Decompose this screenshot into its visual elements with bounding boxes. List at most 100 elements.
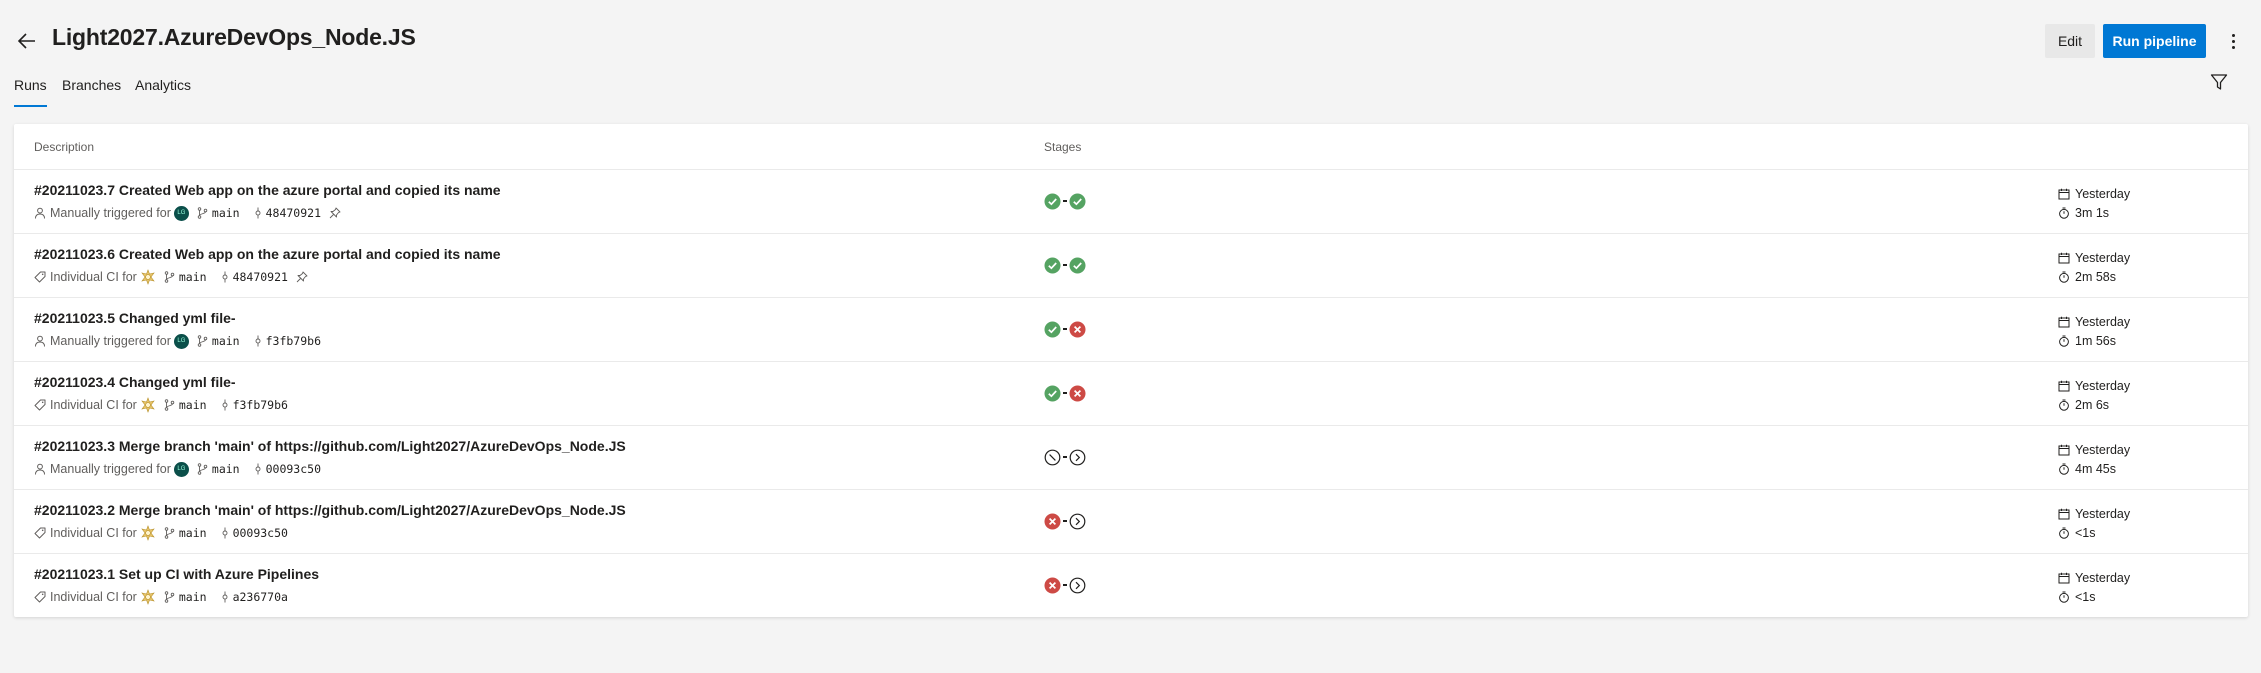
tag-icon — [34, 527, 46, 539]
calendar-icon — [2058, 508, 2075, 520]
stages-indicator — [1044, 448, 1086, 466]
trigger-label: Manually triggered for — [50, 334, 171, 348]
run-row[interactable]: #20211023.5 Changed yml file- Manually tr… — [14, 297, 2248, 361]
stage-skipped-icon[interactable] — [1069, 577, 1086, 594]
stages-indicator — [1044, 256, 1086, 274]
stage-failed-icon[interactable] — [1069, 321, 1086, 338]
stage-skipped-icon[interactable] — [1069, 513, 1086, 530]
run-title[interactable]: #20211023.3 Merge branch 'main' of https… — [34, 438, 626, 454]
branch-icon — [197, 335, 208, 347]
run-date: Yesterday — [2075, 186, 2131, 201]
run-duration: 2m 58s — [2075, 269, 2116, 284]
run-date: Yesterday — [2075, 442, 2131, 457]
run-title[interactable]: #20211023.2 Merge branch 'main' of https… — [34, 502, 626, 518]
timer-icon — [2058, 591, 2075, 603]
commit-icon — [254, 207, 262, 219]
pipeline-header: Light2027.AzureDevOps_Node.JS Edit Run p… — [0, 0, 2261, 80]
trigger-label: Individual CI for — [50, 526, 137, 540]
stage-failed-icon[interactable] — [1044, 577, 1061, 594]
stage-connector — [1063, 200, 1067, 202]
branch-name[interactable]: main — [179, 526, 207, 540]
run-duration: 3m 1s — [2075, 205, 2110, 220]
run-meta: Manually triggered for LG main f3fb79b6 — [34, 333, 321, 349]
run-title[interactable]: #20211023.5 Changed yml file- — [34, 310, 236, 326]
stages-indicator — [1044, 192, 1086, 210]
tag-icon — [34, 591, 46, 603]
commit-id[interactable]: f3fb79b6 — [233, 398, 288, 412]
run-title[interactable]: #20211023.1 Set up CI with Azure Pipelin… — [34, 566, 319, 582]
commit-id[interactable]: a236770a — [233, 590, 288, 604]
run-date: Yesterday — [2075, 570, 2131, 585]
stage-failed-icon[interactable] — [1044, 513, 1061, 530]
calendar-icon — [2058, 188, 2075, 200]
branch-name[interactable]: main — [179, 590, 207, 604]
stage-success-icon[interactable] — [1044, 321, 1061, 338]
run-row[interactable]: #20211023.4 Changed yml file- Individual … — [14, 361, 2248, 425]
branch-icon — [197, 463, 208, 475]
stage-success-icon[interactable] — [1044, 385, 1061, 402]
commit-icon — [221, 399, 229, 411]
page-title: Light2027.AzureDevOps_Node.JS — [52, 24, 416, 50]
commit-id[interactable]: 48470921 — [266, 206, 321, 220]
run-meta: Individual CI for main a236770a — [34, 589, 288, 605]
run-pipeline-button[interactable]: Run pipeline — [2103, 24, 2206, 58]
person-icon — [34, 463, 46, 475]
commit-id[interactable]: 48470921 — [233, 270, 288, 284]
commit-id[interactable]: 00093c50 — [233, 526, 288, 540]
stage-canceled-icon[interactable] — [1044, 449, 1061, 466]
stage-connector — [1063, 264, 1067, 266]
stages-indicator — [1044, 384, 1086, 402]
commit-id[interactable]: 00093c50 — [266, 462, 321, 476]
branch-name[interactable]: main — [179, 270, 207, 284]
branch-name[interactable]: main — [212, 334, 240, 348]
branch-name[interactable]: main — [212, 206, 240, 220]
stages-indicator — [1044, 320, 1086, 338]
stage-skipped-icon[interactable] — [1069, 449, 1086, 466]
trigger-label: Individual CI for — [50, 270, 137, 284]
calendar-icon — [2058, 316, 2075, 328]
calendar-icon — [2058, 380, 2075, 392]
branch-icon — [164, 399, 175, 411]
stage-success-icon[interactable] — [1044, 257, 1061, 274]
tab-runs[interactable]: Runs — [14, 77, 47, 107]
run-title[interactable]: #20211023.7 Created Web app on the azure… — [34, 182, 501, 198]
stage-success-icon[interactable] — [1069, 257, 1086, 274]
trigger-label: Individual CI for — [50, 590, 137, 604]
run-row[interactable]: #20211023.6 Created Web app on the azure… — [14, 233, 2248, 297]
trigger-label: Individual CI for — [50, 398, 137, 412]
bot-avatar — [140, 525, 156, 541]
run-title[interactable]: #20211023.4 Changed yml file- — [34, 374, 236, 390]
back-arrow-icon[interactable] — [14, 28, 40, 54]
run-date: Yesterday — [2075, 378, 2131, 393]
tag-icon — [34, 399, 46, 411]
branch-icon — [164, 591, 175, 603]
run-time-info: Yesterday 3m 1s — [2058, 184, 2130, 222]
trigger-label: Manually triggered for — [50, 462, 171, 476]
filter-icon[interactable] — [2210, 73, 2234, 97]
pin-icon[interactable] — [329, 207, 341, 219]
column-header-stages: Stages — [1044, 140, 1082, 154]
run-row[interactable]: #20211023.1 Set up CI with Azure Pipelin… — [14, 553, 2248, 617]
stage-success-icon[interactable] — [1069, 193, 1086, 210]
tab-analytics[interactable]: Analytics — [135, 77, 191, 107]
more-actions-icon[interactable] — [2222, 28, 2244, 54]
stage-success-icon[interactable] — [1044, 193, 1061, 210]
pin-icon[interactable] — [296, 271, 308, 283]
branch-name[interactable]: main — [179, 398, 207, 412]
edit-button[interactable]: Edit — [2045, 24, 2095, 58]
run-title[interactable]: #20211023.6 Created Web app on the azure… — [34, 246, 501, 262]
commit-id[interactable]: f3fb79b6 — [266, 334, 321, 348]
run-row[interactable]: #20211023.7 Created Web app on the azure… — [14, 169, 2248, 233]
timer-icon — [2058, 463, 2075, 475]
run-time-info: Yesterday 4m 45s — [2058, 440, 2130, 478]
tab-branches[interactable]: Branches — [62, 77, 121, 107]
run-date: Yesterday — [2075, 506, 2131, 521]
stages-indicator — [1044, 576, 1086, 594]
run-meta: Individual CI for main 48470921 — [34, 269, 312, 285]
stages-indicator — [1044, 512, 1086, 530]
run-row[interactable]: #20211023.2 Merge branch 'main' of https… — [14, 489, 2248, 553]
run-date: Yesterday — [2075, 314, 2131, 329]
run-row[interactable]: #20211023.3 Merge branch 'main' of https… — [14, 425, 2248, 489]
stage-failed-icon[interactable] — [1069, 385, 1086, 402]
branch-name[interactable]: main — [212, 462, 240, 476]
